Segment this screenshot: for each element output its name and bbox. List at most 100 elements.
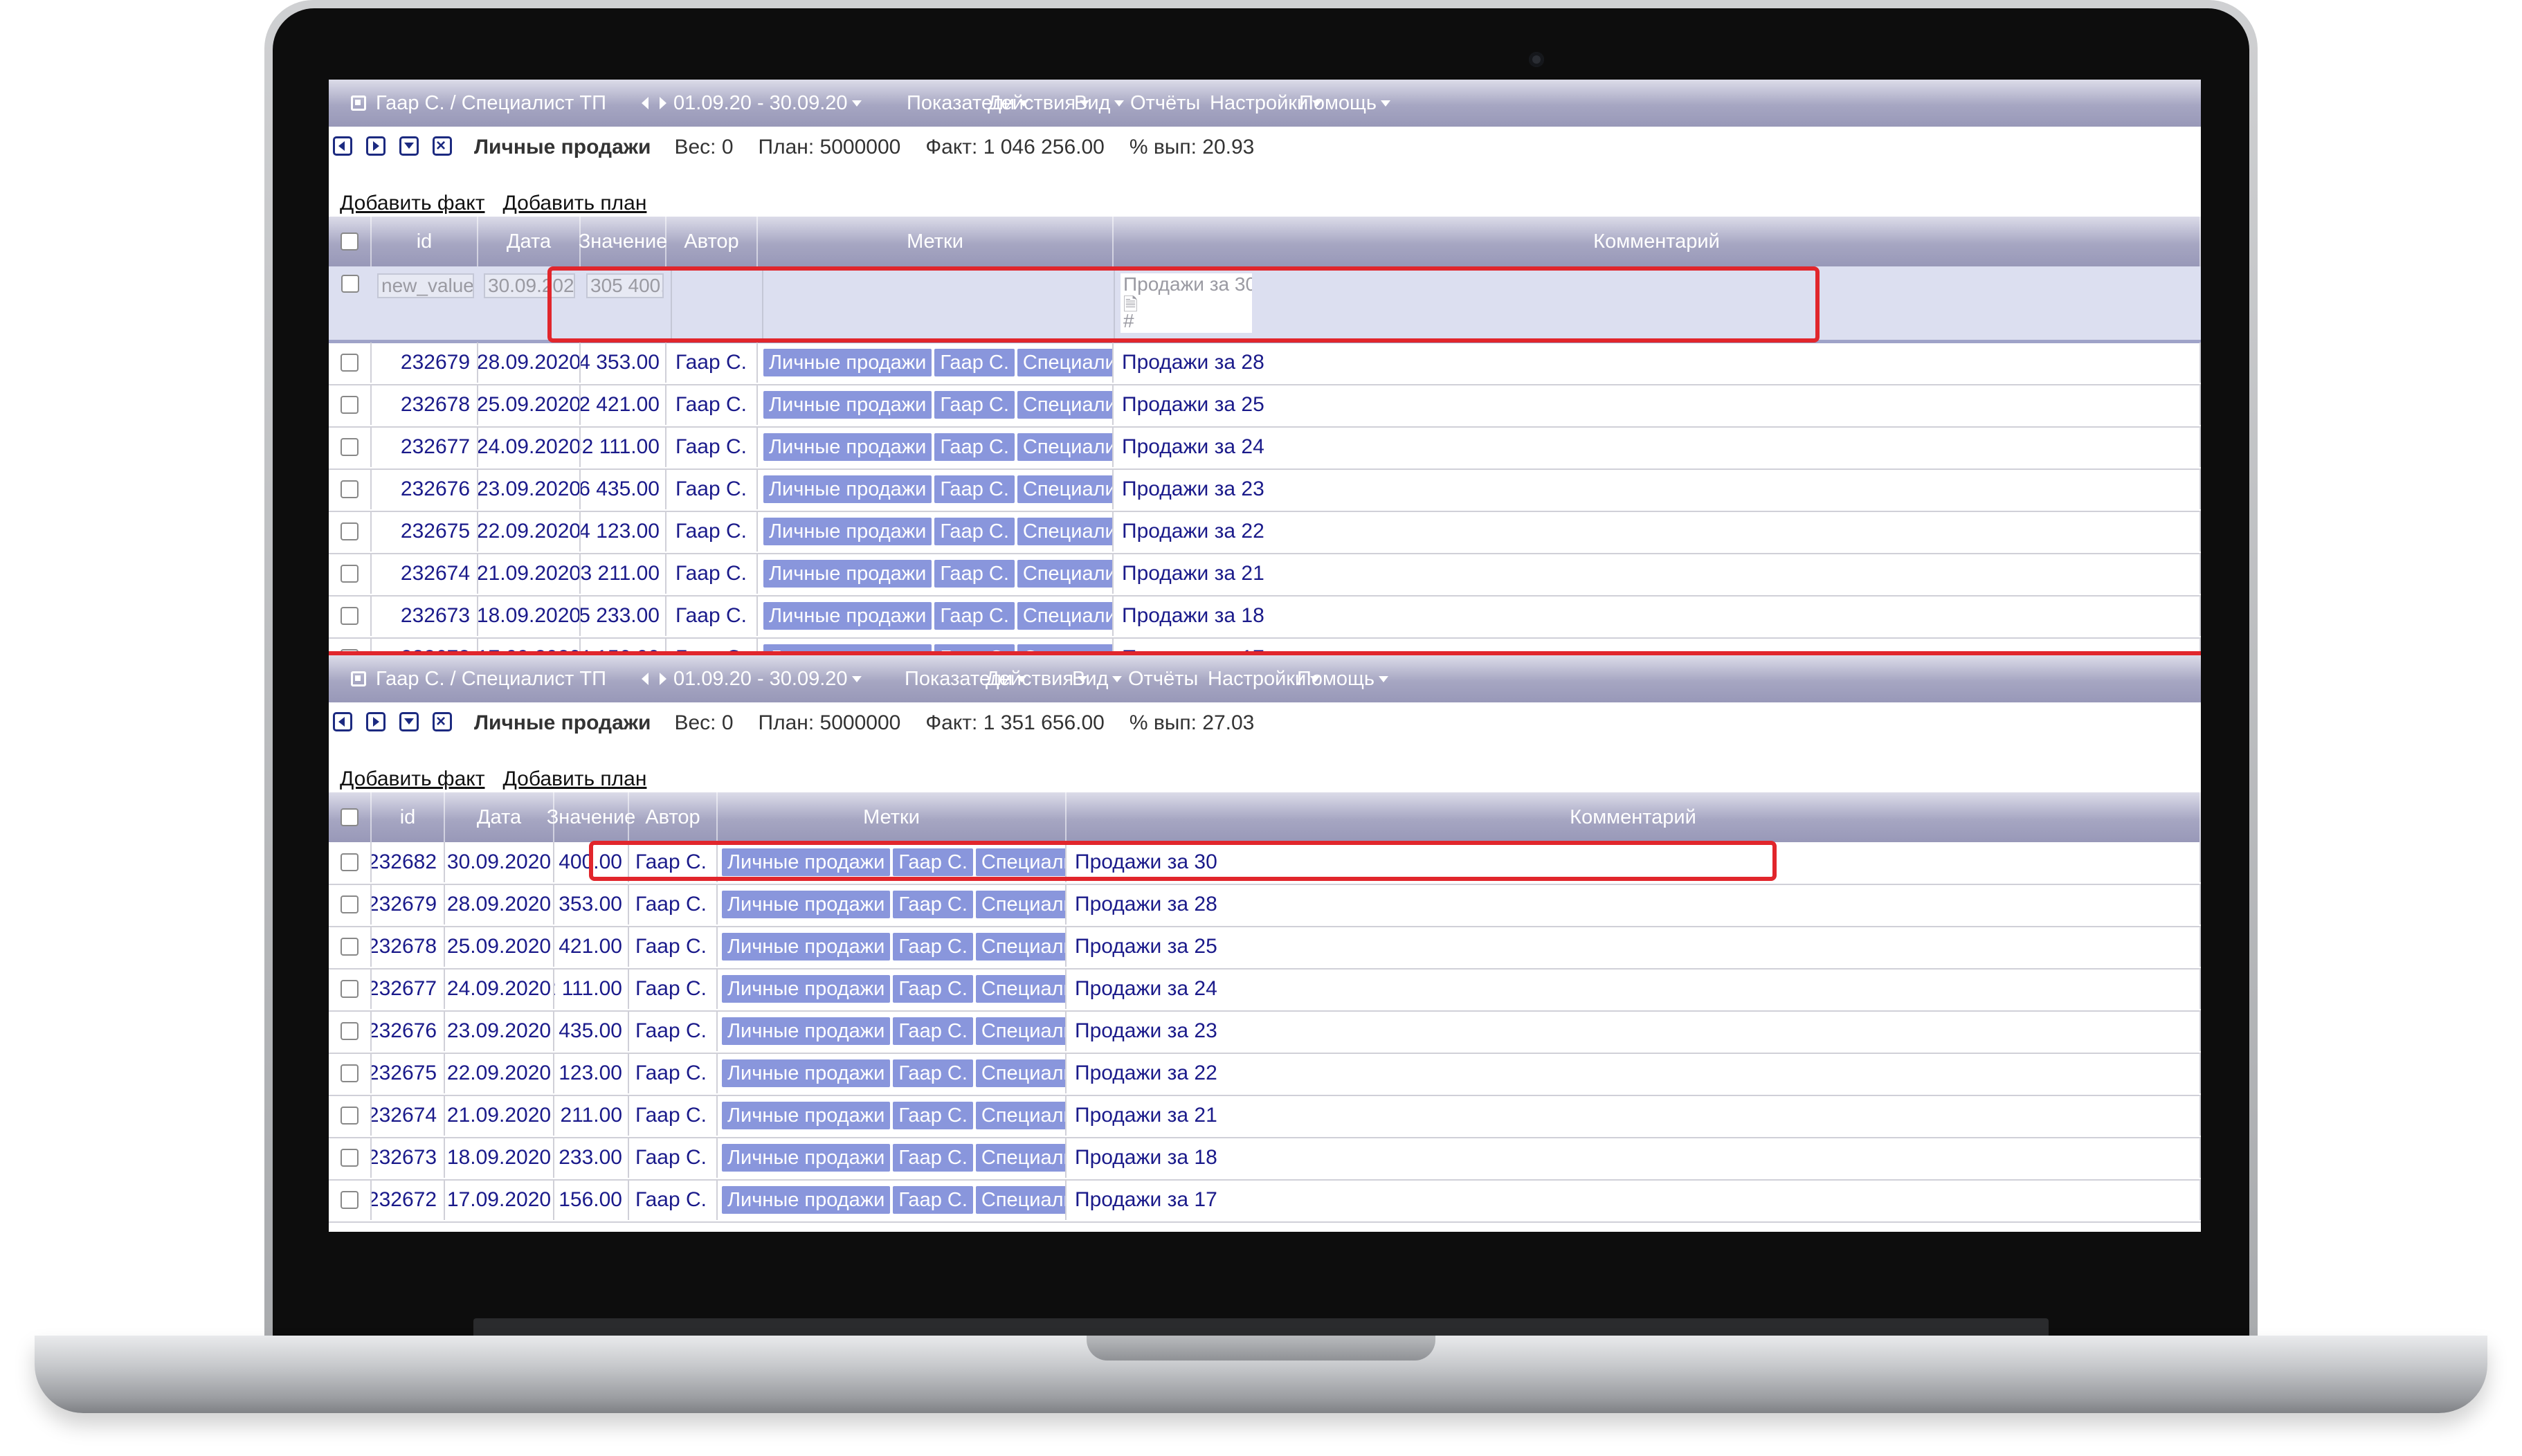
column-header-value[interactable]: Значение (579, 217, 667, 266)
row-checkbox[interactable] (341, 565, 359, 583)
table-row[interactable]: 23267318.09.20205 233.00Гаар С.Личные пр… (329, 596, 2201, 639)
prev-period-icon[interactable] (642, 673, 648, 685)
close-icon[interactable]: × (433, 712, 452, 731)
row-checkbox[interactable] (341, 1191, 359, 1209)
table-row[interactable]: 23267217.09.20204 156.00Гаар С.Личные пр… (329, 1180, 2201, 1223)
row-checkbox[interactable] (341, 1022, 359, 1040)
table-row[interactable]: 23267928.09.202054 353.00Гаар С.Личные п… (329, 343, 2201, 385)
tag-badge[interactable]: Личные продажи (722, 1102, 891, 1129)
tag-badge[interactable]: Специалист ТП (1017, 475, 1112, 503)
period-selector[interactable]: 01.09.20 - 30.09.20 (642, 89, 862, 117)
add-fact-link[interactable]: Добавить факт (340, 192, 485, 215)
row-checkbox[interactable] (341, 1064, 359, 1082)
breadcrumb[interactable]: Гаар С. / Специалист ТП (351, 665, 606, 693)
table-row[interactable]: 23267623.09.202066 435.00Гаар С.Личные п… (329, 1011, 2201, 1054)
table-row[interactable]: 23267318.09.20205 233.00Гаар С.Личные пр… (329, 1138, 2201, 1181)
tag-badge[interactable]: Специалист ТП (1017, 391, 1112, 419)
tag-badge[interactable]: Гаар С. (934, 475, 1015, 503)
column-header-comment[interactable]: Комментарий (1067, 792, 2201, 842)
tag-badge[interactable]: Гаар С. (934, 391, 1015, 419)
tag-badge[interactable]: Личные продажи (722, 975, 891, 1003)
row-checkbox[interactable] (341, 522, 359, 540)
column-header-date[interactable]: Дата (478, 217, 581, 266)
tag-badge[interactable]: Гаар С. (934, 560, 1015, 588)
next-period-icon[interactable] (660, 673, 666, 685)
menu-item[interactable]: Отчёты (1128, 665, 1198, 693)
tag-badge[interactable]: Личные продажи (763, 433, 932, 461)
tag-badge[interactable]: Гаар С. (893, 933, 973, 961)
column-header-author[interactable]: Автор (629, 792, 718, 842)
table-row[interactable]: 23267928.09.202054 353.00Гаар С.Личные п… (329, 884, 2201, 927)
tag-badge[interactable]: Гаар С. (934, 518, 1015, 545)
select-all-checkbox[interactable] (329, 792, 372, 842)
tag-badge[interactable]: Личные продажи (722, 933, 891, 961)
checkbox-icon[interactable] (341, 233, 359, 251)
row-checkbox[interactable] (341, 980, 359, 998)
tag-badge[interactable]: Личные продажи (722, 1144, 891, 1172)
tag-badge[interactable]: Специалист ТП (975, 933, 1065, 961)
tag-badge[interactable]: Личные продажи (722, 1017, 891, 1045)
table-row[interactable]: 23267724.09.202032 111.00Гаар С.Личные п… (329, 969, 2201, 1012)
tag-badge[interactable]: Личные продажи (722, 891, 891, 918)
column-header-date[interactable]: Дата (445, 792, 554, 842)
tag-badge[interactable]: Гаар С. (893, 1144, 973, 1172)
tag-badge[interactable]: Специалист ТП (975, 1102, 1065, 1129)
expand-icon[interactable] (399, 136, 419, 156)
row-checkbox[interactable] (341, 607, 359, 625)
tag-badge[interactable]: Специалист ТП (975, 891, 1065, 918)
tag-badge[interactable]: Личные продажи (763, 349, 932, 376)
table-row[interactable]: 23267825.09.202032 421.00Гаар С.Личные п… (329, 927, 2201, 970)
tag-badge[interactable]: Специалист ТП (975, 1186, 1065, 1214)
row-checkbox[interactable] (341, 853, 359, 871)
column-header-author[interactable]: Автор (666, 217, 758, 266)
table-row[interactable]: 23267522.09.20204 123.00Гаар С.Личные пр… (329, 511, 2201, 554)
prev-icon[interactable] (333, 136, 352, 156)
column-header-id[interactable]: id (372, 792, 445, 842)
tag-badge[interactable]: Гаар С. (934, 602, 1015, 630)
menu-item[interactable]: Помощь (1299, 89, 1391, 117)
column-header-value[interactable]: Значение (547, 792, 635, 842)
menu-item[interactable]: Вид (1074, 89, 1125, 117)
table-row[interactable]: 23267421.09.2020123 211.00Гаар С.Личные … (329, 1095, 2201, 1138)
tag-badge[interactable]: Специалист ТП (1017, 602, 1112, 630)
tag-badge[interactable]: Специалист ТП (975, 1144, 1065, 1172)
tag-badge[interactable]: Личные продажи (763, 518, 932, 545)
next-period-icon[interactable] (660, 97, 666, 109)
add-plan-link[interactable]: Добавить план (503, 192, 647, 215)
tag-badge[interactable]: Специалист ТП (975, 1017, 1065, 1045)
row-checkbox[interactable] (341, 275, 359, 293)
tag-badge[interactable]: Личные продажи (763, 560, 932, 588)
row-checkbox[interactable] (341, 480, 359, 498)
menu-item[interactable]: Помощь (1297, 665, 1389, 693)
table-row[interactable]: 23267825.09.202032 421.00Гаар С.Личные п… (329, 385, 2201, 428)
table-row[interactable]: 23267623.09.202066 435.00Гаар С.Личные п… (329, 469, 2201, 512)
add-fact-link[interactable]: Добавить факт (340, 767, 485, 790)
checkbox-icon[interactable] (341, 808, 359, 826)
tag-badge[interactable]: Гаар С. (893, 1059, 973, 1087)
row-checkbox[interactable] (341, 895, 359, 913)
tag-badge[interactable]: Личные продажи (763, 602, 932, 630)
tag-badge[interactable]: Гаар С. (893, 975, 973, 1003)
column-header-comment[interactable]: Комментарий (1114, 217, 2201, 266)
row-checkbox[interactable] (341, 354, 359, 372)
expand-icon[interactable] (399, 712, 419, 731)
tag-badge[interactable]: Специалист ТП (975, 1059, 1065, 1087)
tag-badge[interactable]: Специалист ТП (1017, 518, 1112, 545)
prev-period-icon[interactable] (642, 97, 648, 109)
tag-badge[interactable]: Личные продажи (722, 1059, 891, 1087)
row-checkbox[interactable] (341, 1149, 359, 1167)
tag-badge[interactable]: Гаар С. (934, 349, 1015, 376)
row-checkbox[interactable] (341, 938, 359, 956)
tag-badge[interactable]: Личные продажи (763, 475, 932, 503)
tag-badge[interactable]: Специалист ТП (975, 975, 1065, 1003)
next-icon[interactable] (366, 712, 385, 731)
tag-badge[interactable]: Специалист ТП (1017, 349, 1112, 376)
add-plan-link[interactable]: Добавить план (503, 767, 647, 790)
tag-badge[interactable]: Специалист ТП (1017, 560, 1112, 588)
row-checkbox[interactable] (341, 1107, 359, 1125)
tag-badge[interactable]: Гаар С. (893, 891, 973, 918)
tag-badge[interactable]: Гаар С. (893, 1017, 973, 1045)
menu-item[interactable]: Отчёты (1130, 89, 1200, 117)
table-row[interactable]: 23267421.09.2020123 211.00Гаар С.Личные … (329, 554, 2201, 597)
tag-badge[interactable]: Специалист ТП (1017, 433, 1112, 461)
